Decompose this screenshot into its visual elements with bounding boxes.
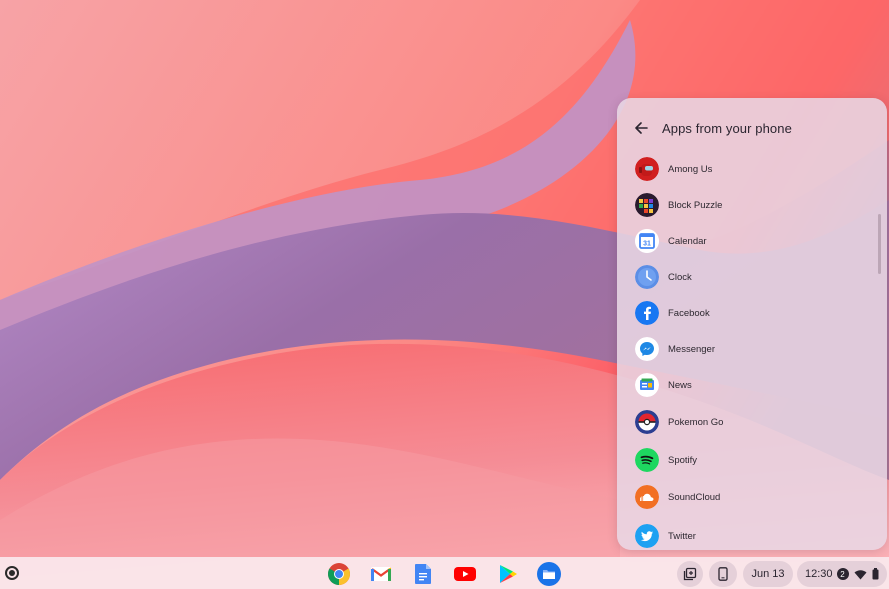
app-label: SoundCloud bbox=[668, 491, 721, 503]
holding-space-button[interactable] bbox=[677, 561, 703, 587]
app-label: Twitter bbox=[668, 530, 696, 542]
app-label: Spotify bbox=[668, 454, 698, 466]
facebook-icon bbox=[635, 301, 659, 325]
phone-icon bbox=[718, 567, 728, 581]
spotify-icon bbox=[635, 448, 659, 472]
block-puzzle-icon bbox=[635, 193, 659, 217]
phone-hub-button[interactable] bbox=[709, 561, 737, 587]
app-item-news[interactable]: News bbox=[629, 368, 869, 402]
shelf: Jun 13 12:30 2 bbox=[0, 557, 889, 589]
wifi-icon bbox=[854, 569, 867, 579]
gmail-icon[interactable] bbox=[369, 562, 393, 586]
holding-space-icon bbox=[683, 567, 697, 581]
launcher-button[interactable] bbox=[5, 566, 19, 580]
battery-icon bbox=[872, 568, 879, 580]
among-us-icon bbox=[635, 157, 659, 181]
panel-scrollbar[interactable] bbox=[878, 214, 881, 274]
app-item-twitter[interactable]: Twitter bbox=[629, 519, 869, 550]
app-label: Facebook bbox=[668, 307, 710, 319]
messenger-icon bbox=[635, 337, 659, 361]
app-item-calendar[interactable]: 31 Calendar bbox=[629, 224, 869, 258]
phone-apps-panel: Apps from your phone Among Us Block Puzz… bbox=[617, 98, 887, 550]
calendar-icon: 31 bbox=[635, 229, 659, 253]
app-item-among-us[interactable]: Among Us bbox=[629, 152, 869, 186]
youtube-icon[interactable] bbox=[453, 562, 477, 586]
app-label: Pokemon Go bbox=[668, 416, 724, 428]
status-area[interactable]: 12:30 2 bbox=[797, 561, 887, 587]
panel-header: Apps from your phone bbox=[617, 98, 887, 158]
play-store-icon[interactable] bbox=[496, 562, 520, 586]
date-text: Jun 13 bbox=[751, 568, 785, 580]
back-button[interactable] bbox=[627, 114, 655, 142]
pokeball-icon bbox=[635, 410, 659, 434]
app-item-facebook[interactable]: Facebook bbox=[629, 296, 869, 330]
twitter-icon bbox=[635, 524, 659, 548]
app-item-pokemon-go[interactable]: Pokemon Go bbox=[629, 405, 869, 439]
app-label: Block Puzzle bbox=[668, 199, 723, 211]
date-tray[interactable]: Jun 13 bbox=[743, 561, 793, 587]
app-label: Clock bbox=[668, 271, 692, 283]
docs-icon[interactable] bbox=[411, 562, 435, 586]
app-item-spotify[interactable]: Spotify bbox=[629, 443, 869, 477]
svg-text:31: 31 bbox=[643, 241, 651, 248]
clock-icon bbox=[635, 265, 659, 289]
chrome-icon[interactable] bbox=[327, 562, 351, 586]
arrow-back-icon bbox=[635, 122, 648, 134]
app-item-soundcloud[interactable]: SoundCloud bbox=[629, 480, 869, 514]
files-icon[interactable] bbox=[537, 562, 561, 586]
notification-badge: 2 bbox=[836, 568, 849, 580]
soundcloud-icon bbox=[635, 485, 659, 509]
app-label: Calendar bbox=[668, 235, 707, 247]
app-label: Messenger bbox=[668, 343, 715, 355]
news-icon bbox=[635, 373, 659, 397]
app-label: Among Us bbox=[668, 163, 713, 175]
app-item-block-puzzle[interactable]: Block Puzzle bbox=[629, 188, 869, 222]
time-text: 12:30 bbox=[805, 568, 833, 580]
app-label: News bbox=[668, 379, 692, 391]
app-item-messenger[interactable]: Messenger bbox=[629, 332, 869, 366]
panel-title: Apps from your phone bbox=[662, 121, 792, 136]
app-item-clock[interactable]: Clock bbox=[629, 260, 869, 294]
